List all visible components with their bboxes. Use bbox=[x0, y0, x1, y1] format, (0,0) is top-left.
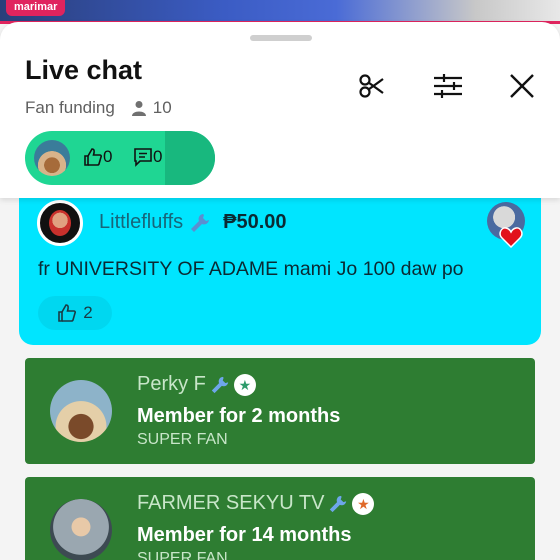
pill-segment bbox=[165, 131, 215, 185]
wrench-icon bbox=[211, 376, 229, 393]
clip-button[interactable] bbox=[352, 66, 392, 106]
pill-likes: 0 bbox=[83, 147, 112, 167]
member-level: SUPER FAN bbox=[137, 550, 228, 560]
member-name[interactable]: FARMER SEKYU TV bbox=[137, 492, 324, 515]
chat-subtitle: Fan funding 10 bbox=[25, 98, 172, 118]
avatar bbox=[34, 140, 70, 176]
live-chat-sheet: Live chat Fan funding 10 0 0 bbox=[0, 22, 560, 198]
member-badge-icon: ★ bbox=[233, 373, 256, 396]
pill-likes-count: 0 bbox=[103, 147, 113, 166]
author-name[interactable]: Littlefluffs bbox=[99, 211, 183, 234]
close-icon bbox=[510, 74, 534, 98]
scissors-icon bbox=[359, 74, 384, 98]
superchat-header: Littlefluffs ₱50.00 bbox=[99, 211, 287, 234]
member-name-row: FARMER SEKYU TV ★ bbox=[137, 492, 375, 515]
member-badge-icon: ★ bbox=[352, 492, 375, 515]
person-icon bbox=[131, 101, 146, 116]
pill-comments-count: 0 bbox=[153, 147, 163, 166]
like-button[interactable]: 2 bbox=[38, 296, 112, 330]
filter-button[interactable] bbox=[428, 66, 468, 106]
wrench-icon bbox=[191, 213, 210, 232]
viewer-count-value: 10 bbox=[152, 98, 172, 117]
page-title: Live chat bbox=[25, 55, 143, 85]
member-name[interactable]: Perky F bbox=[137, 373, 206, 396]
poll-pill[interactable]: 0 0 bbox=[25, 131, 215, 185]
avatar[interactable] bbox=[50, 380, 112, 442]
fan-funding-label: Fan funding bbox=[25, 98, 115, 117]
superchat-amount: ₱50.00 bbox=[223, 211, 287, 233]
like-count: 2 bbox=[83, 303, 93, 322]
avatar[interactable] bbox=[37, 200, 83, 246]
thumbs-up-icon bbox=[84, 148, 102, 166]
member-level: SUPER FAN bbox=[137, 431, 228, 448]
viewer-count: 10 bbox=[131, 98, 172, 118]
drag-handle[interactable] bbox=[250, 35, 312, 41]
superchat-message: fr UNIVERSITY OF ADAME mami Jo 100 daw p… bbox=[38, 258, 464, 280]
wrench-icon bbox=[330, 495, 347, 512]
close-button[interactable] bbox=[502, 66, 542, 106]
member-duration: Member for 14 months bbox=[137, 524, 352, 546]
filter-sliders-icon bbox=[434, 74, 462, 98]
superchat-card[interactable]: Littlefluffs ₱50.00 fr UNIVERSITY OF ADA… bbox=[19, 198, 541, 345]
member-card[interactable]: Perky F ★ Member for 2 months SUPER FAN bbox=[25, 358, 535, 464]
member-name-row: Perky F ★ bbox=[137, 373, 256, 396]
channel-tag: marimar bbox=[6, 0, 66, 16]
video-player-strip[interactable]: marimar bbox=[0, 0, 560, 24]
heart-icon bbox=[499, 227, 523, 248]
pill-comments: 0 bbox=[133, 147, 162, 167]
comment-icon bbox=[134, 148, 152, 167]
member-duration: Member for 2 months bbox=[137, 405, 341, 427]
avatar[interactable] bbox=[50, 499, 112, 560]
thumbs-up-icon bbox=[58, 304, 77, 322]
member-card[interactable]: FARMER SEKYU TV ★ Member for 14 months S… bbox=[25, 477, 535, 560]
